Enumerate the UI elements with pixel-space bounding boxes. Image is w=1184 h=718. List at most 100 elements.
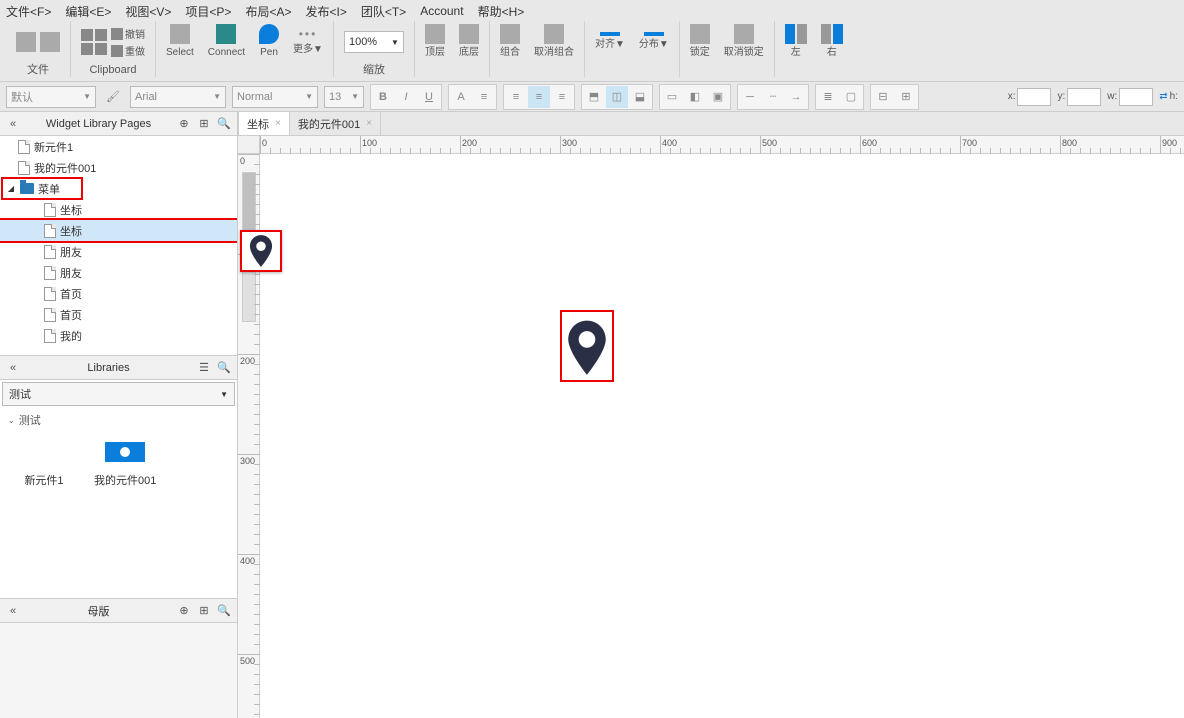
gradient-button[interactable]: ◧ [684, 86, 706, 108]
redo-button[interactable]: 重做 [111, 43, 145, 58]
paste-icon[interactable] [81, 43, 93, 55]
open-file-icon[interactable] [40, 32, 60, 52]
menu-publish[interactable]: 发布<I> [305, 3, 346, 20]
zoom-label: 缩放 [363, 63, 385, 77]
font-combo[interactable]: Arial▼ [130, 86, 226, 108]
duplicate-icon[interactable] [95, 43, 107, 55]
page-icon [18, 140, 30, 154]
lock-icon[interactable] [690, 24, 710, 44]
line-style-button[interactable]: ┄ [762, 86, 784, 108]
fill-button[interactable]: ▭ [661, 86, 683, 108]
library-group[interactable]: ⌄测试 [0, 408, 237, 432]
valign-bottom-button[interactable]: ⬓ [629, 86, 651, 108]
tree-item[interactable]: 新元件1 [0, 136, 237, 157]
horizontal-ruler[interactable]: 0100200300400500600700800900 [260, 136, 1184, 154]
menu-file[interactable]: 文件<F> [6, 3, 51, 20]
library-item[interactable]: 新元件1 [24, 442, 64, 488]
tree-item[interactable]: 朋友 [0, 241, 237, 262]
library-item[interactable]: 我的元件001 [94, 442, 156, 488]
add-folder-icon[interactable]: ⊞ [197, 117, 211, 131]
coord-x: x: [1008, 88, 1052, 106]
halign-left-button[interactable]: ≡ [505, 86, 527, 108]
tree-item-selected[interactable]: 坐标 [0, 220, 237, 241]
connect-icon[interactable] [216, 24, 236, 44]
menu-edit[interactable]: 编辑<E> [65, 3, 111, 20]
zoom-combo[interactable]: 100%▼ [344, 31, 404, 53]
ruler-corner [238, 136, 260, 154]
tree-item[interactable]: 我的元件001 [0, 157, 237, 178]
collapse-icon[interactable]: « [6, 361, 20, 375]
undo-button[interactable]: 撤销 [111, 26, 145, 41]
tree-item[interactable]: 坐标 [0, 199, 237, 220]
style-combo[interactable]: 默认▼ [6, 86, 96, 108]
group-icon[interactable] [500, 24, 520, 44]
line-width-button[interactable]: ─ [739, 86, 761, 108]
halign-center-button[interactable]: ≡ [528, 86, 550, 108]
select-icon[interactable] [170, 24, 190, 44]
close-icon[interactable]: × [275, 118, 281, 129]
close-icon[interactable]: × [366, 118, 372, 129]
halign-right-button[interactable]: ≡ [551, 86, 573, 108]
bullets-button[interactable]: ≡ [473, 86, 495, 108]
collapse-icon[interactable]: « [6, 604, 20, 618]
tree-item[interactable]: 朋友 [0, 262, 237, 283]
unlock-icon[interactable] [734, 24, 754, 44]
align-right-icon[interactable] [821, 24, 843, 44]
widget-align-button[interactable]: ⊟ [872, 86, 894, 108]
align-left-icon[interactable] [785, 24, 807, 44]
library-select[interactable]: 测试▼ [2, 382, 235, 406]
menu-team[interactable]: 团队<T> [361, 3, 406, 20]
search-icon[interactable]: 🔍 [217, 361, 231, 375]
menu-icon[interactable]: ☰ [197, 361, 211, 375]
search-icon[interactable]: 🔍 [217, 604, 231, 618]
distribute-icon[interactable] [644, 32, 664, 36]
collapse-icon[interactable]: « [6, 117, 20, 131]
add-page-icon[interactable]: ⊕ [177, 117, 191, 131]
add-folder-icon[interactable]: ⊞ [197, 604, 211, 618]
more-icon[interactable]: ••• [299, 27, 318, 41]
add-master-icon[interactable]: ⊕ [177, 604, 191, 618]
cut-icon[interactable] [81, 29, 93, 41]
tree-item[interactable]: 首页 [0, 283, 237, 304]
copy-icon[interactable] [95, 29, 107, 41]
w-input[interactable] [1119, 88, 1153, 106]
paint-format-icon[interactable]: 🖌 [102, 86, 124, 108]
italic-button[interactable]: I [395, 86, 417, 108]
menu-project[interactable]: 项目<P> [185, 3, 231, 20]
pen-icon[interactable] [259, 24, 279, 44]
align-icon[interactable] [600, 32, 620, 36]
new-file-icon[interactable] [16, 32, 36, 52]
menu-help[interactable]: 帮助<H> [478, 3, 525, 20]
tab-active[interactable]: 坐标× [238, 111, 290, 135]
underline-button[interactable]: U [418, 86, 440, 108]
canvas-area: 坐标× 我的元件001× 010020030040050060070080090… [238, 112, 1184, 718]
send-back-icon[interactable] [459, 24, 479, 44]
line-spacing-button[interactable]: ≣ [817, 86, 839, 108]
menu-arrange[interactable]: 布局<A> [245, 3, 291, 20]
selected-widget-pin[interactable] [560, 310, 614, 382]
widget-dist-button[interactable]: ⊞ [895, 86, 917, 108]
size-combo[interactable]: 13▼ [324, 86, 364, 108]
shadow-button[interactable]: ▣ [707, 86, 729, 108]
weight-combo[interactable]: Normal▼ [232, 86, 318, 108]
valign-middle-button[interactable]: ◫ [606, 86, 628, 108]
toolbar-group-group: 组合 取消组合 [490, 21, 585, 77]
tab[interactable]: 我的元件001× [289, 111, 381, 135]
arrow-button[interactable]: → [785, 86, 807, 108]
tree-item[interactable]: 首页 [0, 304, 237, 325]
x-input[interactable] [1017, 88, 1051, 106]
y-input[interactable] [1067, 88, 1101, 106]
search-icon[interactable]: 🔍 [217, 117, 231, 131]
padding-button[interactable]: ▢ [840, 86, 862, 108]
ungroup-icon[interactable] [544, 24, 564, 44]
text-color-button[interactable]: A [450, 86, 472, 108]
tree-folder-menu[interactable]: ◢菜单 [2, 178, 82, 199]
canvas[interactable] [260, 154, 1184, 718]
drag-preview-pin[interactable] [240, 230, 282, 272]
tree-item[interactable]: 我的 [0, 325, 237, 346]
menu-account[interactable]: Account [420, 4, 463, 18]
bring-front-icon[interactable] [425, 24, 445, 44]
menu-view[interactable]: 视图<V> [125, 3, 171, 20]
bold-button[interactable]: B [372, 86, 394, 108]
valign-top-button[interactable]: ⬒ [583, 86, 605, 108]
